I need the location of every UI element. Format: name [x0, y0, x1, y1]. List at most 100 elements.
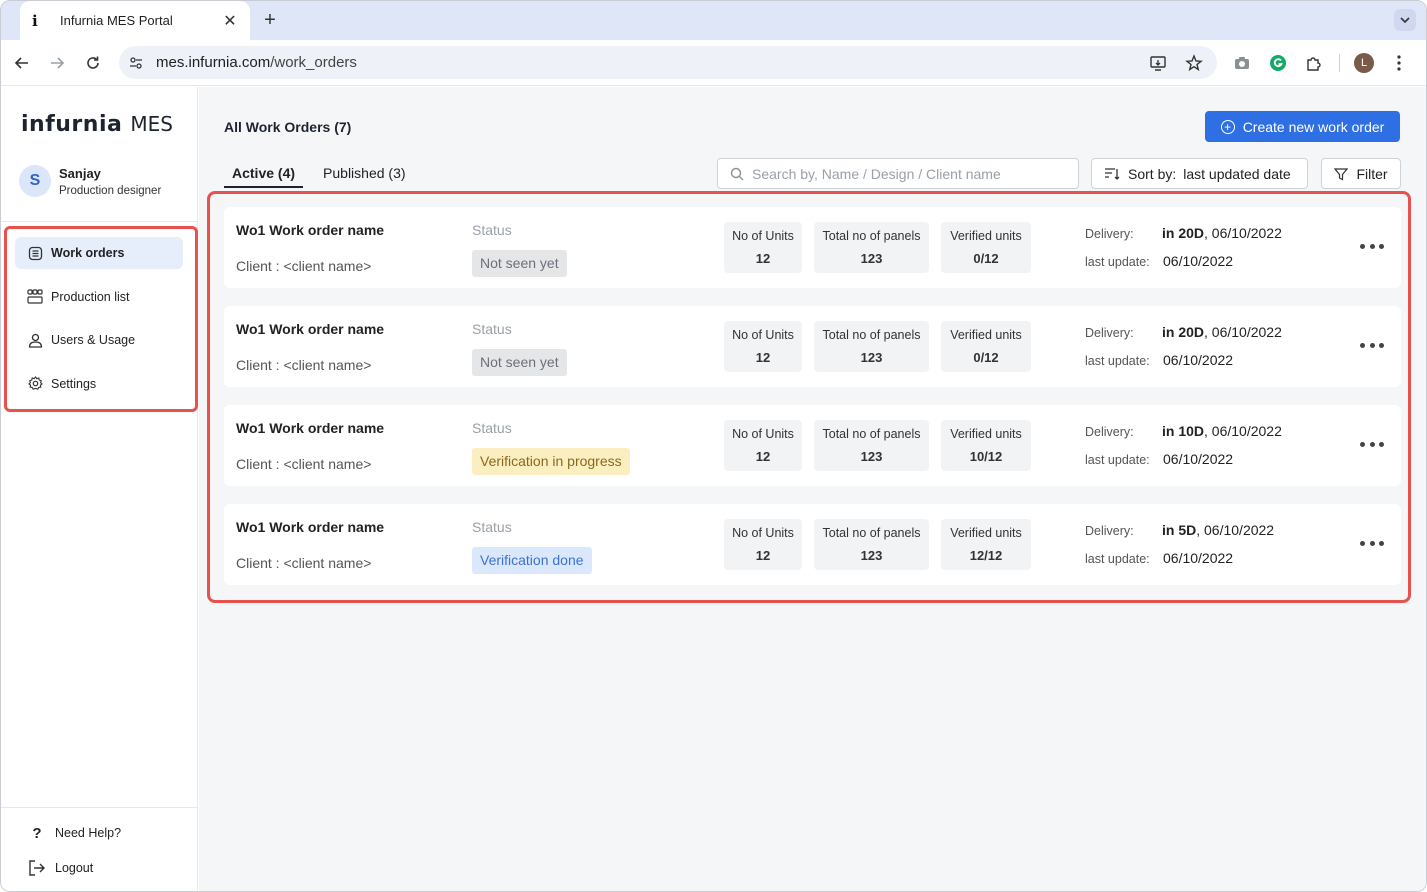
sidebar-bottom-divider: [1, 807, 198, 808]
delivery-relative: in 5D: [1162, 522, 1197, 538]
units-stat: No of Units 12: [724, 222, 802, 273]
order-client: Client : <client name>: [236, 555, 372, 571]
grammarly-icon[interactable]: [1267, 52, 1289, 74]
user-profile[interactable]: S Sanjay Production designer: [19, 165, 161, 197]
tab-published[interactable]: Published (3): [315, 165, 414, 188]
stat-label: No of Units: [732, 526, 794, 540]
need-help-link[interactable]: ? Need Help?: [27, 824, 121, 842]
order-client: Client : <client name>: [236, 258, 372, 274]
last-update-label: last update:: [1085, 453, 1150, 467]
browser-tab[interactable]: i Infurnia MES Portal ✕: [20, 1, 250, 40]
profile-avatar[interactable]: L: [1354, 53, 1374, 73]
create-work-order-button[interactable]: + Create new work order: [1205, 111, 1400, 142]
url-path: /work_orders: [270, 54, 357, 71]
status-label: Status: [472, 321, 512, 337]
search-input[interactable]: [752, 165, 1072, 182]
verified-stat: Verified units 12/12: [941, 519, 1031, 570]
verified-stat: Verified units 10/12: [941, 420, 1031, 471]
last-update-value: 06/10/2022: [1163, 451, 1234, 467]
more-options-icon[interactable]: [1360, 533, 1384, 553]
arrow-right-icon: [51, 57, 65, 69]
work-order-card[interactable]: Wo1 Work order name Client : <client nam…: [224, 306, 1401, 387]
tab-strip: i Infurnia MES Portal ✕ +: [1, 1, 1426, 40]
sidebar-item-users-usage[interactable]: Users & Usage: [15, 324, 183, 356]
verified-stat: Verified units 0/12: [941, 321, 1031, 372]
stat-label: Verified units: [950, 229, 1022, 243]
last-update-value: 06/10/2022: [1163, 253, 1234, 269]
page-title: All Work Orders (7): [224, 119, 352, 135]
delivery-relative: in 20D: [1162, 225, 1205, 241]
url-host: mes.infurnia.com: [156, 54, 271, 71]
status-badge: Verification done: [472, 547, 592, 574]
units-stat: No of Units 12: [724, 420, 802, 471]
search-box[interactable]: [717, 158, 1079, 189]
stat-label: Total no of panels: [822, 328, 921, 342]
stat-label: Verified units: [950, 427, 1022, 441]
stat-label: Verified units: [950, 328, 1022, 342]
stat-label: Total no of panels: [822, 229, 921, 243]
stat-value: 123: [860, 251, 883, 266]
chevron-down-icon: [1400, 17, 1410, 24]
stat-value: 123: [860, 449, 883, 464]
work-order-card[interactable]: Wo1 Work order name Client : <client nam…: [224, 504, 1401, 585]
delivery-date: , 06/10/2022: [1204, 225, 1282, 241]
reload-button[interactable]: [82, 52, 104, 74]
stat-label: No of Units: [732, 328, 794, 342]
work-order-card[interactable]: Wo1 Work order name Client : <client nam…: [224, 405, 1401, 486]
install-app-icon[interactable]: [1147, 52, 1169, 74]
delivery-value: in 20D, 06/10/2022: [1162, 324, 1282, 340]
filter-icon: [1334, 167, 1349, 180]
status-label: Status: [472, 519, 512, 535]
delivery-date: , 06/10/2022: [1204, 423, 1282, 439]
tab-active[interactable]: Active (4): [224, 165, 304, 188]
last-update-value: 06/10/2022: [1163, 352, 1234, 368]
url-text: mes.infurnia.com/work_orders: [156, 54, 357, 71]
more-options-icon[interactable]: [1360, 236, 1384, 256]
camera-icon[interactable]: [1231, 52, 1253, 74]
list-icon: [27, 245, 43, 261]
delivery-label: Delivery:: [1085, 227, 1134, 241]
forward-button[interactable]: [46, 52, 68, 74]
last-update-label: last update:: [1085, 255, 1150, 269]
logo-suffix: MES: [130, 112, 173, 136]
user-icon: [27, 332, 43, 348]
order-name: Wo1 Work order name: [236, 222, 385, 238]
main-content: All Work Orders (7) + Create new work or…: [199, 87, 1426, 891]
user-role: Production designer: [59, 184, 162, 197]
new-tab-button[interactable]: +: [260, 9, 280, 31]
stat-value: 12: [755, 449, 771, 464]
order-client: Client : <client name>: [236, 456, 372, 472]
status-label: Status: [472, 222, 512, 238]
kebab-menu-icon[interactable]: [1388, 52, 1410, 74]
tab-search-button[interactable]: [1394, 9, 1416, 31]
status-label: Status: [472, 420, 512, 436]
sidebar-item-production-list[interactable]: Production list: [15, 281, 183, 313]
sidebar-divider: [1, 221, 198, 222]
work-order-list: Wo1 Work order name Client : <client nam…: [224, 207, 1401, 603]
sort-dropdown[interactable]: Sort by: last updated date: [1091, 158, 1308, 189]
bookmark-star-icon[interactable]: [1183, 52, 1205, 74]
filter-button[interactable]: Filter: [1321, 158, 1401, 189]
app-logo: infurnia MES: [21, 112, 173, 137]
more-options-icon[interactable]: [1360, 335, 1384, 355]
address-bar[interactable]: mes.infurnia.com/work_orders: [119, 46, 1217, 79]
delivery-date: , 06/10/2022: [1204, 324, 1282, 340]
sidebar-item-settings[interactable]: Settings: [15, 368, 183, 400]
status-badge: Not seen yet: [472, 250, 567, 277]
order-name: Wo1 Work order name: [236, 321, 385, 337]
app-root: infurnia MES S Sanjay Production designe…: [1, 87, 1426, 891]
stat-value: 12: [755, 548, 771, 563]
verified-stat: Verified units 0/12: [941, 222, 1031, 273]
site-info-icon[interactable]: [125, 52, 147, 74]
more-options-icon[interactable]: [1360, 434, 1384, 454]
delivery-relative: in 10D: [1162, 423, 1205, 439]
sidebar-item-label: Settings: [51, 376, 97, 391]
stat-label: Verified units: [950, 526, 1022, 540]
extensions-puzzle-icon[interactable]: [1303, 52, 1325, 74]
logout-button[interactable]: Logout: [27, 859, 93, 877]
stat-value: 12/12: [969, 548, 1003, 563]
close-icon[interactable]: ✕: [222, 11, 238, 31]
sidebar-item-work-orders[interactable]: Work orders: [15, 237, 183, 269]
back-button[interactable]: [11, 52, 33, 74]
work-order-card[interactable]: Wo1 Work order name Client : <client nam…: [224, 207, 1401, 288]
